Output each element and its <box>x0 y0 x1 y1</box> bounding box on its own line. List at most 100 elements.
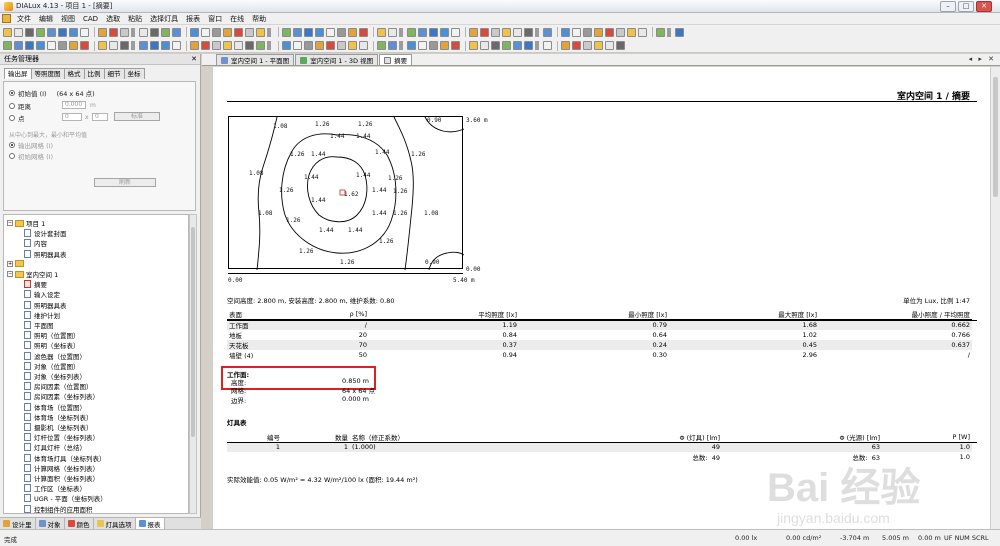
toolbar-tool-icon[interactable] <box>58 27 67 37</box>
toolbar-tool-icon[interactable] <box>47 27 56 37</box>
toolbar-tool-icon[interactable] <box>418 27 427 37</box>
toolbar-tool-icon[interactable] <box>337 41 346 50</box>
tree-item[interactable]: 照明（位置图） <box>24 330 80 340</box>
menu-online[interactable]: 在线 <box>226 13 248 25</box>
toolbar-tool-icon[interactable] <box>513 41 522 50</box>
toolbar-tool-icon[interactable] <box>245 27 254 37</box>
menu-file[interactable]: 文件 <box>13 13 35 25</box>
toolbar-tool-icon[interactable] <box>80 27 89 37</box>
toolbar-tool-icon[interactable] <box>223 27 232 37</box>
toolbar-tool-icon[interactable] <box>502 41 511 50</box>
menu-cad[interactable]: CAD <box>79 13 102 25</box>
toolbar-tool-icon[interactable] <box>583 27 592 37</box>
option-initial[interactable]: 初始值 (I) (64 x 64 点) <box>9 88 95 98</box>
report-scrollbar-thumb[interactable] <box>993 77 998 197</box>
menu-select[interactable]: 选取 <box>102 13 124 25</box>
radio-output-grid[interactable] <box>9 142 15 148</box>
tree-item[interactable]: 输入设定 <box>24 289 60 299</box>
toolbar-tool-icon[interactable] <box>429 41 438 50</box>
toolbar-tool-icon[interactable] <box>583 41 592 50</box>
toolbar-tool-icon[interactable] <box>407 41 416 50</box>
menu-luminaire-selection[interactable]: 选择灯具 <box>146 13 182 25</box>
tree-item[interactable]: 设计套封面 <box>24 228 67 238</box>
toolbar-tool-icon[interactable] <box>605 41 614 50</box>
radio-distance[interactable] <box>9 103 15 109</box>
menu-report[interactable]: 报表 <box>182 13 204 25</box>
toolbar-tool-icon[interactable] <box>282 41 291 50</box>
toolbar-tool-icon[interactable] <box>3 27 12 37</box>
toolbar-tool-icon[interactable] <box>388 41 397 50</box>
toolbar-overflow-icon[interactable] <box>131 27 135 37</box>
toolbar-tool-icon[interactable] <box>25 41 34 50</box>
menu-paste[interactable]: 粘贴 <box>124 13 146 25</box>
toolbar-tool-icon[interactable] <box>223 41 232 50</box>
toolbar-tool-icon[interactable] <box>150 27 159 37</box>
toolbar-tool-icon[interactable] <box>161 41 170 50</box>
toolbar-tool-icon[interactable] <box>201 41 210 50</box>
toolbar-tool-icon[interactable] <box>469 27 478 37</box>
toolbar-tool-icon[interactable] <box>201 27 210 37</box>
tree-item[interactable]: 体育场（坐标列表） <box>24 412 93 422</box>
toolbar-tool-icon[interactable] <box>627 27 636 37</box>
option-initial-grid[interactable]: 初始网格 (I) <box>9 151 53 161</box>
toolbar-tool-icon[interactable] <box>440 27 449 37</box>
tree-scrollbar[interactable] <box>189 214 197 514</box>
expand-icon[interactable]: + <box>7 260 13 267</box>
toolbar-tool-icon[interactable] <box>616 27 625 37</box>
toolbar-overflow-icon[interactable] <box>267 27 271 37</box>
tree-item[interactable]: 计算网格（坐标列表） <box>24 463 99 473</box>
tree-item[interactable]: 内容 <box>24 238 47 248</box>
tree-item[interactable]: + <box>7 259 26 269</box>
toolbar-tool-icon[interactable] <box>234 27 243 37</box>
toolbar-overflow-icon[interactable] <box>131 41 135 50</box>
toolbar-overflow-icon[interactable] <box>667 27 671 37</box>
toolbar-tool-icon[interactable] <box>480 27 489 37</box>
tree-item[interactable]: 滤色器（位置图） <box>24 351 86 361</box>
toolbar-tool-icon[interactable] <box>616 41 625 50</box>
toolbar-tool-icon[interactable] <box>480 41 489 50</box>
toolbar-tool-icon[interactable] <box>451 41 460 50</box>
toolbar-tool-icon[interactable] <box>190 41 199 50</box>
toolbar-tool-icon[interactable] <box>348 41 357 50</box>
toolbar-tool-icon[interactable] <box>572 41 581 50</box>
toolbar-tool-icon[interactable] <box>109 41 118 50</box>
toolbar-tool-icon[interactable] <box>543 41 552 50</box>
toolbar-tool-icon[interactable] <box>256 41 265 50</box>
toolbar-overflow-icon[interactable] <box>535 41 539 50</box>
tab-isolines[interactable]: 等照度图 <box>30 68 65 79</box>
toolbar-tool-icon[interactable] <box>315 27 324 37</box>
toolbar-tool-icon[interactable] <box>594 27 603 37</box>
document-icon[interactable] <box>2 14 11 23</box>
point-y-input[interactable]: 0 <box>92 113 108 121</box>
toolbar-tool-icon[interactable] <box>304 41 313 50</box>
toolbar-tool-icon[interactable] <box>234 41 243 50</box>
toolbar-tool-icon[interactable] <box>172 27 181 37</box>
toolbar-tool-icon[interactable] <box>69 41 78 50</box>
toolbar-tool-icon[interactable] <box>656 27 665 37</box>
menu-view[interactable]: 视图 <box>57 13 79 25</box>
toolbar-tool-icon[interactable] <box>139 27 148 37</box>
toolbar-tool-icon[interactable] <box>25 27 34 37</box>
tree-item[interactable]: 对象（坐标列表） <box>24 371 86 381</box>
tree-item[interactable]: 控制组件的应用面积 <box>24 504 93 513</box>
doc-tab-summary[interactable]: 摘要 <box>379 54 413 65</box>
toolbar-tool-icon[interactable] <box>14 27 23 37</box>
bottom-tab-objects[interactable]: 对象 <box>36 518 65 529</box>
toolbar-tool-icon[interactable] <box>58 41 67 50</box>
toolbar-tool-icon[interactable] <box>326 41 335 50</box>
toolbar-tool-icon[interactable] <box>337 27 346 37</box>
toolbar-tool-icon[interactable] <box>513 27 522 37</box>
bottom-tab-design[interactable]: 设计里 <box>0 518 36 529</box>
tree-item[interactable]: 房间因素（坐标列表） <box>24 391 99 401</box>
toolbar-tool-icon[interactable] <box>293 27 302 37</box>
tree-item[interactable]: 平面图 <box>24 320 54 330</box>
option-point[interactable]: 点 <box>9 113 25 123</box>
toolbar-tool-icon[interactable] <box>348 27 357 37</box>
toolbar-tool-icon[interactable] <box>98 27 107 37</box>
toolbar-tool-icon[interactable] <box>69 27 78 37</box>
toolbar-tool-icon[interactable] <box>491 41 500 50</box>
toolbar-tool-icon[interactable] <box>256 27 265 37</box>
toolbar-tool-icon[interactable] <box>469 41 478 50</box>
doc-tab-3d[interactable]: 室内空间 1 - 3D 视图 <box>295 54 379 65</box>
toolbar-tool-icon[interactable] <box>120 41 129 50</box>
